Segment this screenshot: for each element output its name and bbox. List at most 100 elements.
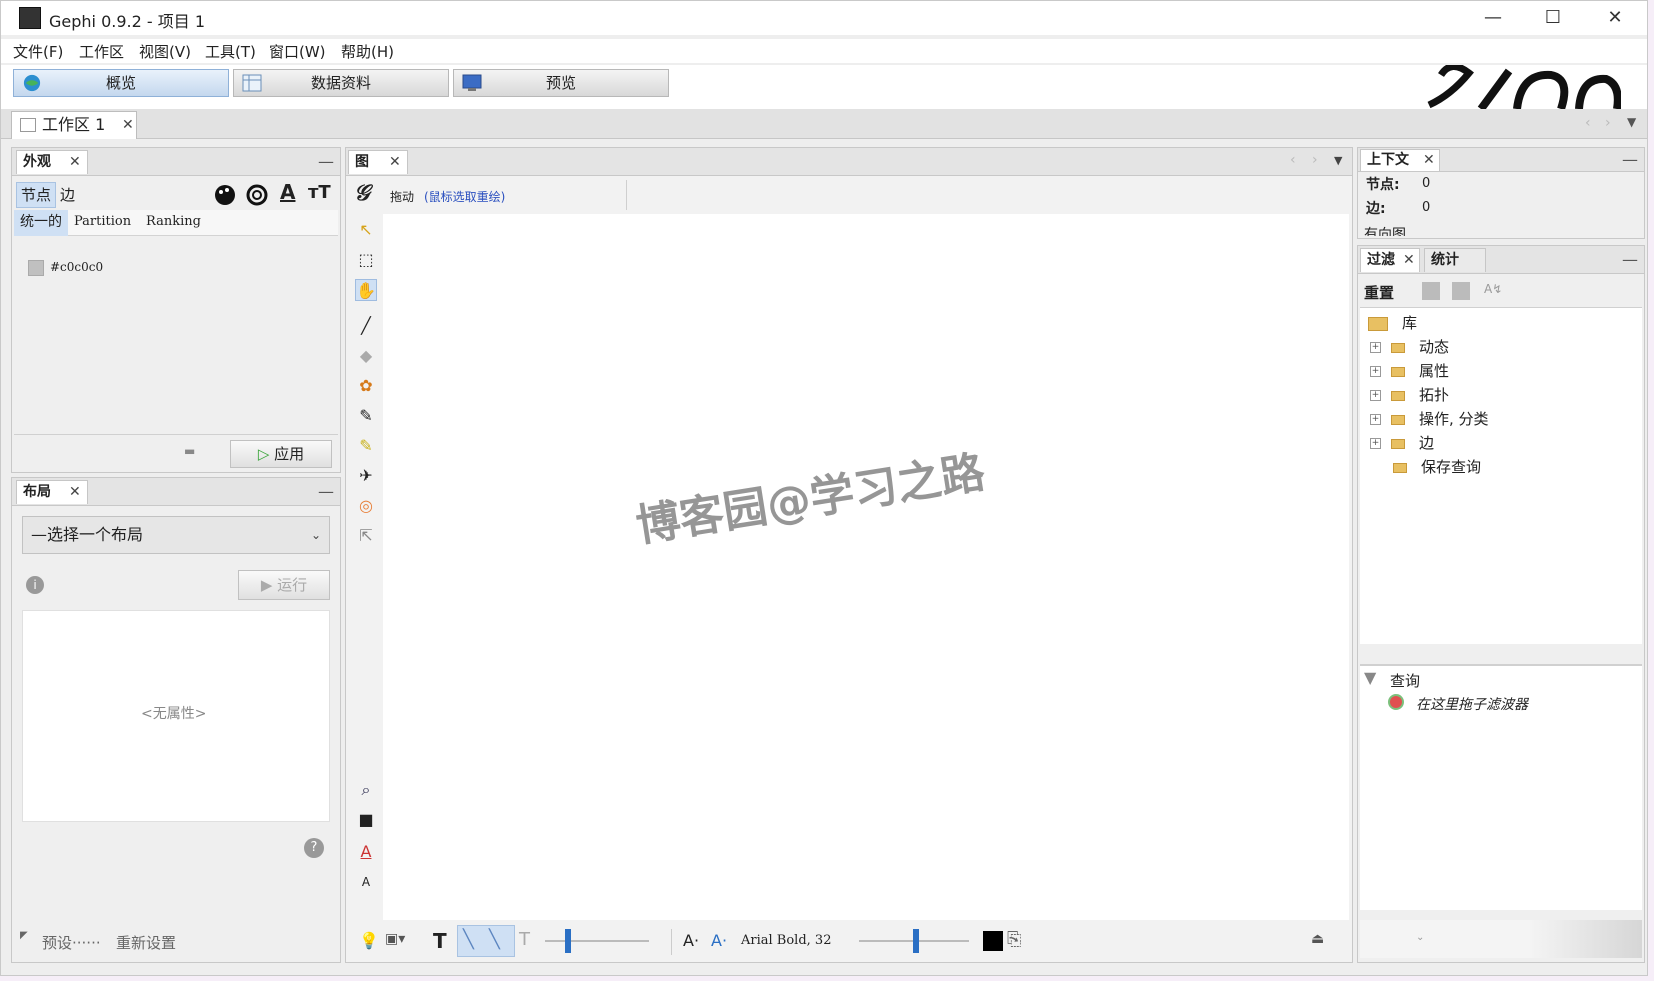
auto-refresh-icon[interactable]: A↯ xyxy=(1484,282,1502,296)
menu-workspace[interactable]: 工作区 xyxy=(79,41,124,62)
font-color-icon[interactable]: A xyxy=(355,841,377,863)
close-context-tab-icon[interactable]: ✕ xyxy=(1423,150,1435,170)
partition-mode-tab[interactable]: Partition xyxy=(74,214,131,229)
filters-tab[interactable]: 过滤 ✕ xyxy=(1360,248,1420,272)
chain-icon[interactable]: ▬ xyxy=(184,444,195,458)
zoom-icon[interactable]: ⌕ xyxy=(355,779,377,801)
layout-tab[interactable]: 布局 ✕ xyxy=(16,480,88,504)
scroll-left-icon[interactable]: ‹ xyxy=(1585,115,1591,131)
shortest-path-icon[interactable]: ✈ xyxy=(355,465,377,487)
menu-file[interactable]: 文件(F) xyxy=(13,41,63,62)
reset-filters-button[interactable]: 重置 xyxy=(1364,282,1394,303)
tree-item-topology[interactable]: + 拓扑 xyxy=(1370,384,1449,405)
tree-item-edges[interactable]: + 边 xyxy=(1370,432,1434,453)
palette-icon[interactable] xyxy=(214,184,236,206)
show-labels-icon[interactable]: T xyxy=(433,929,447,953)
expand-icon[interactable]: ◤ xyxy=(20,930,28,941)
close-workspace-tab-icon[interactable]: ✕ xyxy=(122,112,134,138)
minimize-button[interactable]: — xyxy=(1471,5,1515,31)
screenshot-icon[interactable]: ▣▾ xyxy=(385,931,405,947)
library-root[interactable]: 库 xyxy=(1368,312,1417,333)
font-size-toggle-icon[interactable]: A· xyxy=(711,931,727,950)
heat-map-icon[interactable]: ◎ xyxy=(355,495,377,517)
background-color-icon[interactable]: ■ xyxy=(355,809,377,831)
scroll-right-icon[interactable]: › xyxy=(1312,152,1318,168)
close-layout-tab-icon[interactable]: ✕ xyxy=(69,481,81,503)
close-graph-tab-icon[interactable]: ✕ xyxy=(389,151,401,173)
label-size-icon[interactable]: тT xyxy=(308,182,331,203)
filter-icon[interactable] xyxy=(1452,282,1470,300)
graph-tab[interactable]: 图 ✕ xyxy=(348,150,408,174)
edit-tool-icon[interactable]: ⇱ xyxy=(355,525,377,547)
label-size-slider-thumb[interactable] xyxy=(913,929,919,953)
maximize-button[interactable]: ☐ xyxy=(1531,5,1575,31)
scroll-left-icon[interactable]: ‹ xyxy=(1290,152,1296,168)
edges-subtab[interactable]: 边 xyxy=(60,184,75,205)
expand-toolbar-icon[interactable]: ⏏ xyxy=(1311,931,1324,947)
color-swatch[interactable] xyxy=(28,260,44,276)
nodes-subtab[interactable]: 节点 xyxy=(16,182,56,208)
close-filters-tab-icon[interactable]: ✕ xyxy=(1403,249,1415,271)
scroll-right-icon[interactable]: › xyxy=(1605,115,1611,131)
menu-view[interactable]: 视图(V) xyxy=(139,41,191,62)
edge-weight-slider-thumb[interactable] xyxy=(565,929,571,953)
expand-icon[interactable]: + xyxy=(1370,342,1381,353)
close-appearance-tab-icon[interactable]: ✕ xyxy=(69,151,81,173)
statistics-tab[interactable]: 统计 xyxy=(1424,248,1486,272)
tab-list-dropdown-icon[interactable]: ▼ xyxy=(1627,115,1636,129)
data-lab-mode-button[interactable]: 数据资料 xyxy=(233,69,449,97)
expand-icon[interactable]: + xyxy=(1370,366,1381,377)
overview-mode-button[interactable]: 概览 xyxy=(13,69,229,97)
menu-tools[interactable]: 工具(T) xyxy=(205,41,256,62)
pencil-tool-icon[interactable]: ✎ xyxy=(355,405,377,427)
diamond-tool-icon[interactable]: ◆ xyxy=(355,345,377,367)
menu-window[interactable]: 窗口(W) xyxy=(269,41,326,62)
appearance-tab[interactable]: 外观 ✕ xyxy=(16,150,88,174)
workspace-tab[interactable]: 工作区 1 ✕ xyxy=(11,111,137,139)
minimize-filters-button[interactable]: — xyxy=(1622,250,1638,269)
pointer-tool-icon[interactable]: ↖ xyxy=(355,219,377,241)
font-label[interactable]: Arial Bold, 32 xyxy=(741,933,831,948)
context-tab[interactable]: 上下文 ✕ xyxy=(1360,149,1440,171)
unique-mode-tab[interactable]: 统一的 xyxy=(14,210,68,236)
tree-item-attributes[interactable]: + 属性 xyxy=(1370,360,1449,381)
rectangle-select-icon[interactable]: ⬚ xyxy=(355,249,377,271)
edge-weight-slider[interactable] xyxy=(545,940,649,942)
layout-select[interactable]: —选择一个布局 ⌄ xyxy=(22,516,330,554)
select-filter-icon[interactable] xyxy=(1422,282,1440,300)
size-icon[interactable] xyxy=(246,184,268,206)
ranking-mode-tab[interactable]: Ranking xyxy=(146,214,201,229)
expand-icon[interactable]: + xyxy=(1370,438,1381,449)
brush-tool-icon[interactable]: ╱ xyxy=(355,315,377,337)
minimize-layout-button[interactable]: — xyxy=(318,482,334,501)
drag-tool-icon[interactable]: ✋ xyxy=(355,279,377,301)
info-icon[interactable]: i xyxy=(26,576,44,594)
edge-pencil-icon[interactable]: ✎ xyxy=(355,435,377,457)
expand-icon[interactable]: + xyxy=(1370,390,1381,401)
font-size-icon[interactable]: A xyxy=(355,871,377,893)
run-button[interactable]: ▶ 运行 xyxy=(238,570,330,600)
apply-button[interactable]: ▷ 应用 xyxy=(230,440,332,468)
tree-item-saved-queries[interactable]: 保存查询 xyxy=(1393,456,1481,477)
label-color-swatch[interactable] xyxy=(983,931,1003,951)
light-bulb-icon[interactable]: 💡 xyxy=(359,931,379,950)
minimize-appearance-button[interactable]: — xyxy=(318,152,334,171)
tree-item-dynamic[interactable]: + 动态 xyxy=(1370,336,1449,357)
label-color-icon[interactable]: A xyxy=(280,180,295,204)
painter-tool-icon[interactable]: ✿ xyxy=(355,375,377,397)
font-picker-icon[interactable]: A· xyxy=(683,931,699,950)
panel-menu-icon[interactable]: ▼ xyxy=(1334,154,1342,167)
reset-layout-button[interactable]: 重新设置 xyxy=(116,932,176,953)
menu-help[interactable]: 帮助(H) xyxy=(341,41,394,62)
expand-icon[interactable]: + xyxy=(1370,414,1381,425)
minimize-context-button[interactable]: — xyxy=(1622,150,1638,169)
graph-canvas[interactable] xyxy=(383,214,1349,920)
presets-button[interactable]: 预设······ xyxy=(42,932,101,953)
close-window-button[interactable]: ✕ xyxy=(1593,5,1637,31)
tree-item-operators[interactable]: + 操作, 分类 xyxy=(1370,408,1489,429)
help-icon[interactable]: ? xyxy=(304,838,324,858)
edge-label-icon[interactable]: T xyxy=(519,929,530,950)
collapse-icon[interactable]: ⌄ xyxy=(1416,932,1424,943)
label-attributes-icon[interactable]: ⎘ xyxy=(1007,929,1021,950)
preview-mode-button[interactable]: 预览 xyxy=(453,69,669,97)
